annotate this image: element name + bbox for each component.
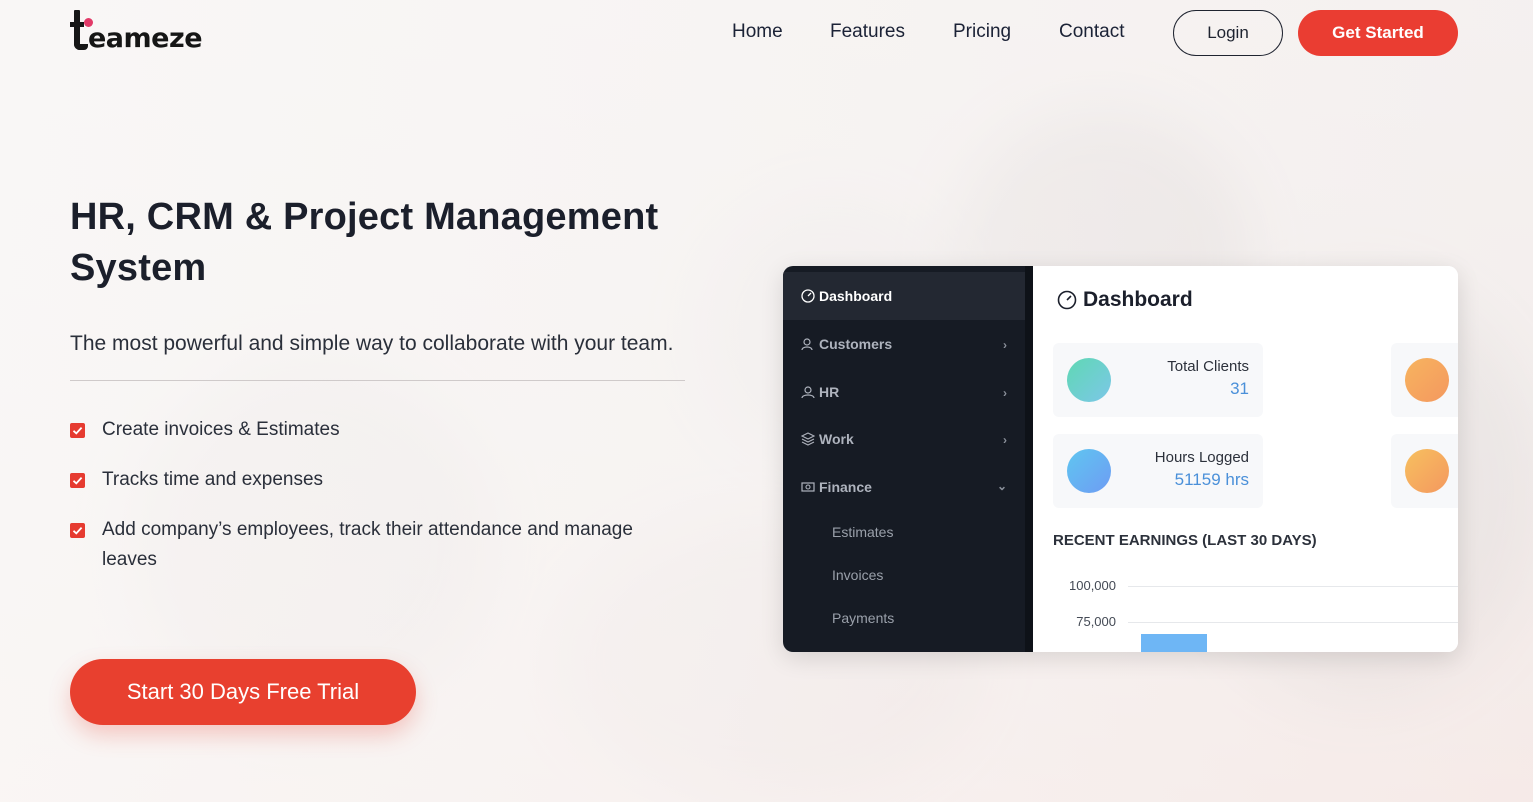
chevron-right-icon: › [1003, 433, 1007, 447]
stat-card-partial [1391, 343, 1458, 417]
clock-icon [1067, 449, 1111, 493]
chevron-right-icon: › [1003, 338, 1007, 352]
stat-label: Hours Logged [1154, 449, 1249, 466]
sidebar-item-label: Work [819, 431, 854, 447]
stat-label: Total Clients [1167, 358, 1249, 375]
preview-main: Dashboard Total Clients 31 Hours Logged … [1033, 266, 1458, 652]
stat-card-partial [1391, 434, 1458, 508]
user-icon [801, 386, 815, 399]
preview-title-text: Dashboard [1083, 288, 1193, 311]
sidebar-item-label: Customers [819, 336, 893, 352]
sidebar-item-customers: Customers › [783, 320, 1025, 368]
preview-title: Dashboard [1057, 288, 1193, 312]
sidebar-item-label: Dashboard [819, 288, 893, 304]
nav-pricing[interactable]: Pricing [953, 20, 1011, 44]
feature-item: Add company’s employees, track their att… [70, 515, 690, 575]
feature-text: Tracks time and expenses [102, 469, 324, 490]
checkbox-checked-icon [70, 523, 85, 538]
sidebar-item-label: HR [819, 384, 840, 400]
nav-features[interactable]: Features [830, 20, 905, 44]
hero-subtitle: The most powerful and simple way to coll… [70, 332, 674, 355]
logo-text: eameze [88, 23, 203, 54]
nav-home[interactable]: Home [732, 20, 783, 44]
hero-title: HR, CRM & Project Management System [70, 196, 659, 289]
stat-card-hours-logged: Hours Logged 51159 hrs [1053, 434, 1263, 508]
grid-line [1128, 586, 1458, 587]
chevron-right-icon: › [1003, 386, 1007, 400]
free-trial-button[interactable]: Start 30 Days Free Trial [70, 659, 416, 725]
checkbox-checked-icon [70, 423, 85, 438]
user-icon [1067, 358, 1111, 402]
layers-icon [801, 432, 815, 446]
sidebar-item-work: Work › [783, 415, 1025, 463]
feature-item: Create invoices & Estimates [70, 415, 690, 445]
sidebar-subitem-estimates: Estimates [832, 524, 894, 540]
preview-sidebar: Dashboard Customers › HR › Work › Financ… [783, 266, 1033, 652]
user-icon [1405, 358, 1449, 402]
y-tick-label: 100,000 [1069, 578, 1116, 593]
speedometer-icon [801, 289, 815, 303]
feature-text: Create invoices & Estimates [102, 419, 340, 440]
sidebar-item-label: Finance [819, 479, 872, 495]
earnings-bar [1141, 634, 1207, 652]
warning-icon [1405, 449, 1449, 493]
money-icon [801, 482, 815, 492]
stat-value: 51159 hrs [1174, 470, 1249, 489]
sidebar-item-hr: HR › [783, 368, 1025, 416]
sidebar-subitem-payments: Payments [832, 610, 895, 626]
get-started-button[interactable]: Get Started [1298, 10, 1458, 56]
sidebar-item-dashboard: Dashboard [783, 272, 1025, 320]
stat-card-total-clients: Total Clients 31 [1053, 343, 1263, 417]
login-button[interactable]: Login [1173, 10, 1283, 56]
earnings-title: RECENT EARNINGS (LAST 30 DAYS) [1053, 532, 1317, 549]
checkbox-checked-icon [70, 473, 85, 488]
nav-contact[interactable]: Contact [1059, 20, 1124, 44]
feature-item: Tracks time and expenses [70, 465, 690, 495]
divider [70, 380, 685, 381]
speedometer-icon [1057, 290, 1077, 310]
feature-list: Create invoices & Estimates Tracks time … [70, 415, 690, 575]
site-header: eameze Home Features Pricing Contact Log… [0, 0, 1533, 66]
y-tick-label: 75,000 [1076, 614, 1116, 629]
users-icon [801, 338, 813, 351]
feature-text: Add company’s employees, track their att… [102, 519, 633, 570]
sidebar-subitem-invoices: Invoices [832, 567, 884, 583]
sidebar-item-finance: Finance ⌄ [783, 463, 1025, 511]
dashboard-preview: Dashboard Customers › HR › Work › Financ… [783, 266, 1458, 652]
stat-value: 31 [1230, 379, 1249, 398]
chevron-down-icon: ⌄ [996, 479, 1007, 493]
grid-line [1128, 622, 1458, 623]
logo-mark-icon [70, 10, 93, 54]
hero-section: HR, CRM & Project Management System The … [70, 192, 690, 595]
